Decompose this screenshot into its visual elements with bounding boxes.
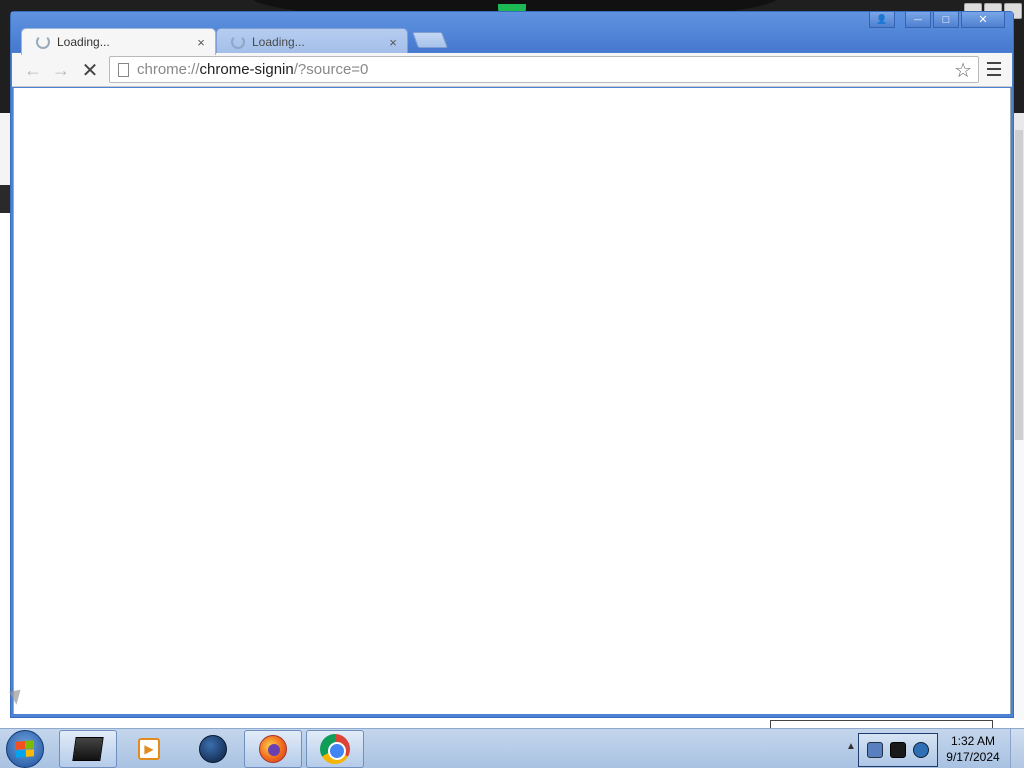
windows-logo-icon [16,740,34,758]
taskbar-app-firefox[interactable] [244,730,302,768]
maximize-icon: □ [942,13,950,26]
window-controls: 👤 — □ ✕ [869,12,1005,28]
profile-button[interactable]: 👤 [869,12,895,28]
start-button[interactable] [6,730,44,768]
maximize-button[interactable]: □ [933,12,959,28]
tab-title: Loading... [57,35,110,49]
minimize-button[interactable]: — [905,12,931,28]
page-icon [118,62,129,77]
back-arrow-icon: ← [24,59,42,80]
chrome-icon [320,734,350,764]
minimize-icon: — [914,15,922,24]
page-content-area[interactable] [13,88,1011,714]
background-scrollbar[interactable] [1015,130,1023,440]
back-button[interactable]: ← [22,60,44,80]
taskbar-app-globe[interactable] [184,730,242,768]
stop-loading-button[interactable]: ✕ [79,59,101,82]
url-scheme: chrome:// [137,61,200,78]
loading-spinner-icon [36,35,50,49]
system-clock[interactable]: 1:32 AM 9/17/2024 [940,733,1006,765]
monitor-icon [72,737,104,761]
clock-time: 1:32 AM [950,734,996,748]
tab-close-icon[interactable]: × [193,35,209,50]
taskbar-app-chrome[interactable] [306,730,364,768]
person-icon: 👤 [876,14,888,24]
loading-spinner-icon [231,35,245,49]
taskbar-app-monitor[interactable] [59,730,117,768]
taskbar: ▶ ▲ 1:32 AM 9/17/2024 [0,728,1024,768]
url-host: chrome-signin [199,61,294,78]
menu-bar-icon [987,74,1001,76]
notification-tray[interactable] [858,733,938,767]
address-bar[interactable]: chrome://chrome-signin/?source=0 ☆ [109,56,979,83]
tab-loading-inactive[interactable]: Loading... × [216,28,408,55]
bookmark-star-icon[interactable]: ☆ [954,58,972,83]
close-window-button[interactable]: ✕ [961,12,1005,28]
title-bar[interactable]: 👤 — □ ✕ Loading... × Loading... × [11,12,1013,55]
tray-expand-icon[interactable]: ▲ [846,741,856,752]
background-window-panel [1013,440,1024,720]
taskbar-app-media-player[interactable]: ▶ [120,730,178,768]
chrome-menu-button[interactable] [987,62,1001,76]
menu-bar-icon [987,68,1001,70]
tab-loading-active[interactable]: Loading... × [21,28,216,55]
tooltip-remnant [770,720,993,728]
display-icon[interactable] [889,742,906,758]
clock-date: 9/17/2024 [946,750,1000,764]
tab-title: Loading... [252,35,305,49]
show-desktop-button[interactable] [1010,729,1024,768]
network-icon[interactable] [913,742,930,758]
forward-button[interactable]: → [50,60,72,80]
menu-bar-icon [987,62,1001,64]
browser-toolbar: ← → ✕ chrome://chrome-signin/?source=0 ☆ [12,53,1012,87]
tab-close-icon[interactable]: × [385,35,401,50]
globe-icon [199,735,227,763]
stop-icon: ✕ [81,59,99,82]
forward-arrow-icon: → [52,59,70,80]
chrome-window: 👤 — □ ✕ Loading... × Loading... × ← → ✕ … [10,11,1014,718]
url-path: /?source=0 [293,61,369,78]
close-icon: ✕ [978,14,988,26]
media-player-icon: ▶ [138,738,160,760]
shield-icon[interactable] [866,742,883,758]
firefox-icon [259,735,287,763]
new-tab-button[interactable] [412,32,448,48]
